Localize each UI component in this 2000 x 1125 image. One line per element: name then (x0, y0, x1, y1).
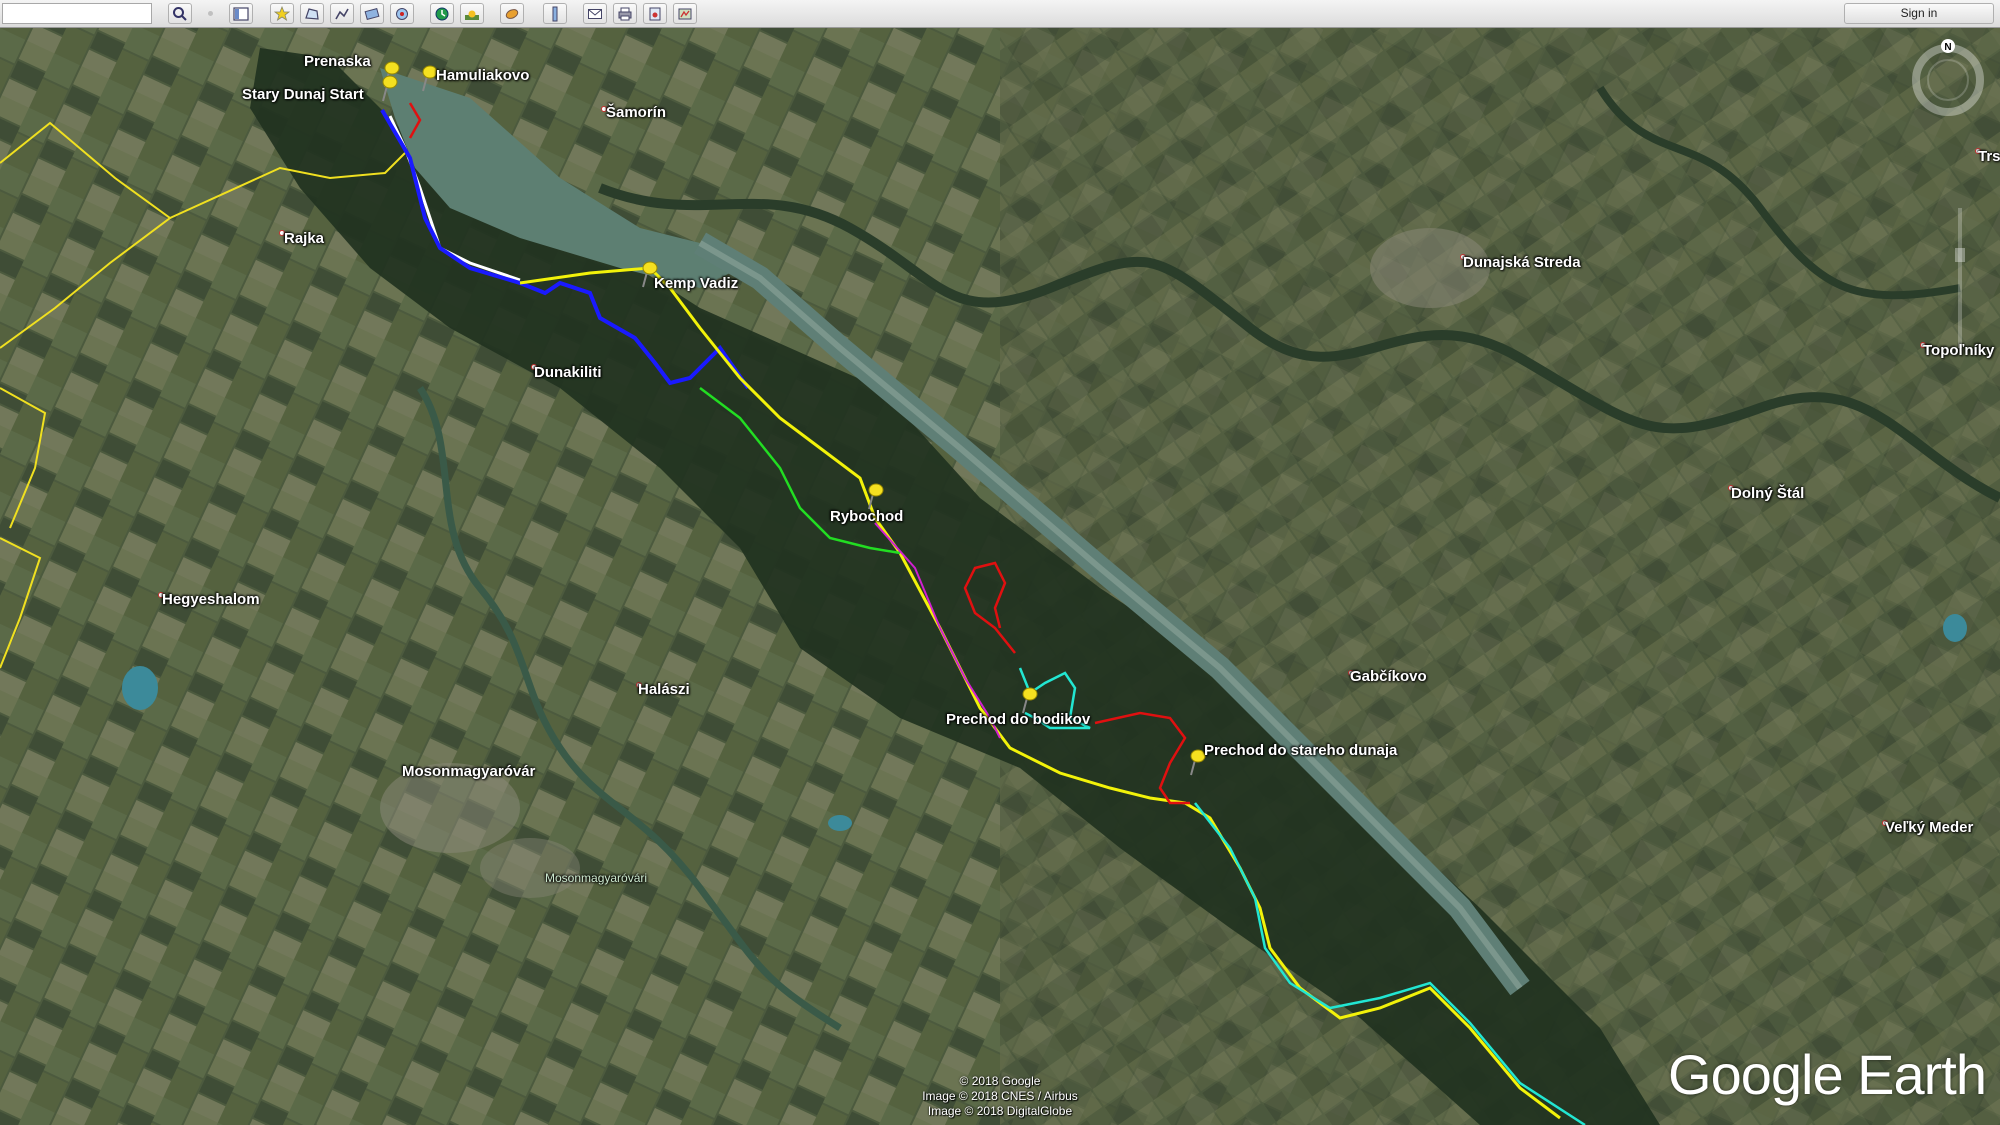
sidebar-toggle-button[interactable] (229, 3, 253, 24)
town-label-velky-meder: Veľký Meder (1885, 819, 1974, 836)
add-placemark-icon (274, 5, 290, 21)
save-image-button[interactable] (643, 3, 667, 24)
placemark-label-prechod-do-stareho-dunaja[interactable]: Prechod do stareho dunaja (1204, 742, 1397, 759)
compass-ring-icon[interactable]: N (1908, 36, 1988, 116)
sidebar-toggle-icon (233, 6, 249, 21)
town-label-trs: Trs (1978, 148, 2000, 165)
attribution-line: © 2018 Google (959, 1074, 1041, 1088)
attribution-line: Image © 2018 DigitalGlobe (927, 1104, 1073, 1118)
google-earth-logo: Google Earth (1668, 1043, 1987, 1106)
placemark-label-prechod-do-bodikov[interactable]: Prechod do bodikov (946, 711, 1090, 728)
historical-imagery-icon (435, 7, 449, 20)
placemark-label-prenaska[interactable]: Prenaska (304, 53, 371, 70)
town-label-dolny-stal: Dolný Štál (1731, 485, 1805, 502)
print-button[interactable] (613, 3, 637, 24)
placemark-label-hamuliakovo[interactable]: Hamuliakovo (436, 67, 529, 84)
town-label-dunajska-streda: Dunajská Streda (1463, 254, 1581, 271)
placemark-label-kemp-vadiz[interactable]: Kemp Vadiz (654, 275, 738, 292)
town-label-halaszi: Halászi (638, 681, 690, 698)
add-polygon-icon (305, 7, 319, 20)
search-input[interactable] (2, 3, 152, 24)
satellite-imagery (0, 28, 2000, 1125)
zoom-slider[interactable] (1955, 208, 1965, 348)
river-label-mosonmagyarovari: Mosonmagyaróvári (545, 871, 648, 885)
add-overlay-button[interactable] (360, 3, 384, 24)
add-placemark-button[interactable] (270, 3, 294, 24)
switch-to-sky-icon (505, 8, 519, 19)
placemark-label-stary-dunaj-start[interactable]: Stary Dunaj Start (242, 86, 364, 103)
placemark-pin-icon[interactable] (1018, 684, 1040, 714)
save-image-icon (649, 7, 661, 20)
imagery-attribution: © 2018 Google Image © 2018 CNES / Airbus… (880, 1074, 1120, 1119)
compass-north-label: N (1944, 42, 1951, 53)
add-polygon-button[interactable] (300, 3, 324, 24)
town-label-samorin: Šamorín (606, 104, 667, 121)
historical-imagery-button[interactable] (430, 3, 454, 24)
town-label-mosonmagyarovar: Mosonmagyaróvár (402, 763, 536, 780)
view-in-maps-icon (678, 8, 692, 19)
email-button[interactable] (583, 3, 607, 24)
town-label-gabcikovo: Gabčíkovo (1350, 668, 1427, 685)
search-button[interactable] (168, 3, 192, 24)
attribution-line: Image © 2018 CNES / Airbus (922, 1089, 1078, 1103)
print-icon (618, 7, 632, 20)
placemark-pin-icon[interactable] (864, 480, 886, 510)
ruler-button[interactable] (543, 3, 567, 24)
toolbar-separator (208, 11, 213, 16)
ruler-icon (552, 6, 558, 21)
sunlight-button[interactable] (460, 3, 484, 24)
view-in-maps-button[interactable] (673, 3, 697, 24)
placemark-label-rybochod[interactable]: Rybochod (830, 508, 903, 525)
record-tour-button[interactable] (390, 3, 414, 24)
town-label-hegyeshalom: Hegyeshalom (162, 591, 260, 608)
sign-in-button[interactable]: Sign in (1844, 3, 1994, 24)
town-label-dunakiliti: Dunakiliti (534, 364, 602, 381)
toolbar: Sign in (0, 0, 2000, 28)
town-label-rajka: Rajka (284, 230, 325, 247)
switch-to-sky-button[interactable] (500, 3, 524, 24)
sunlight-icon (465, 10, 479, 20)
search-icon (173, 6, 187, 21)
placemark-pin-icon[interactable] (378, 72, 400, 102)
add-path-button[interactable] (330, 3, 354, 24)
record-tour-icon (396, 7, 408, 20)
map-view[interactable]: Prenaska Hamuliakovo Stary Dunaj Start Š… (0, 28, 2000, 1125)
add-overlay-icon (364, 7, 380, 20)
add-path-icon (335, 8, 349, 19)
email-icon (588, 8, 602, 19)
